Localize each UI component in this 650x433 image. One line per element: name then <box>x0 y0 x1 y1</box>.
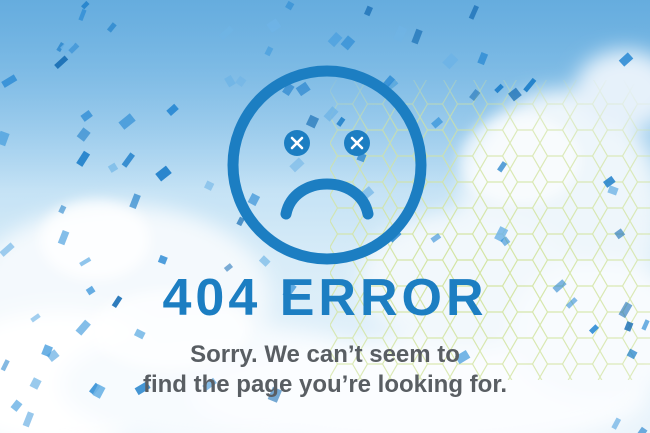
right-eye-icon <box>344 130 370 156</box>
error-headline: 404 ERROR <box>162 269 488 327</box>
confetti-flake <box>636 426 648 433</box>
left-eye-icon <box>284 130 310 156</box>
sad-face-icon <box>227 65 427 265</box>
error-page: 404 ERROR Sorry. We can’t seem to find t… <box>0 0 650 433</box>
frown-mouth <box>280 178 374 220</box>
error-message-line-2: find the page you’re looking for. <box>142 371 508 398</box>
error-message-line-1: Sorry. We can’t seem to <box>190 341 460 368</box>
